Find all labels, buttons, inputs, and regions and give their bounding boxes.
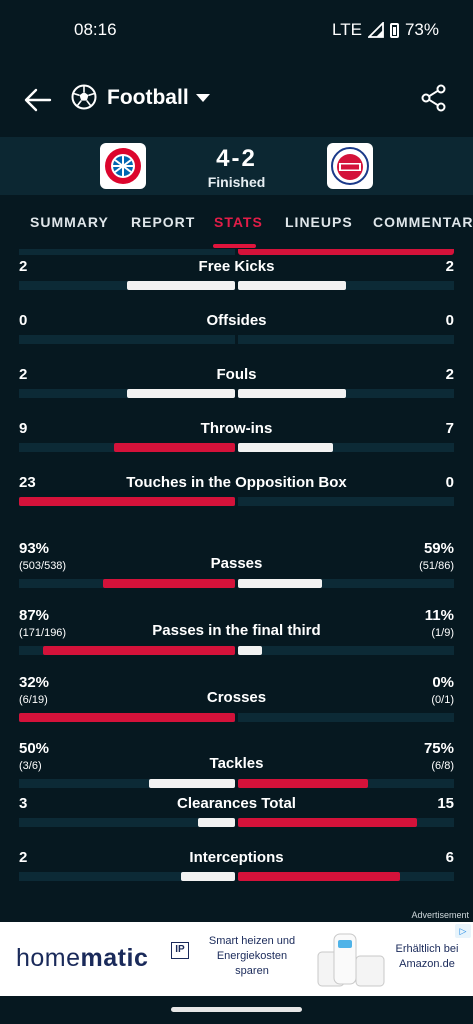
stat-row: 2 6 Interceptions (0, 849, 473, 897)
home-stat-bar (19, 497, 235, 506)
home-stat-bar-track (19, 579, 235, 588)
away-stat-bar (238, 443, 333, 452)
home-stat-bar (43, 646, 235, 655)
tab-stats[interactable]: STATS (214, 214, 263, 230)
stat-row: 87% 11% (171/196) (1/9) Passes in the final … (0, 595, 473, 655)
away-stat-bar-track (238, 389, 454, 398)
tab-summary[interactable]: SUMMARY (30, 214, 109, 230)
home-stat-bar-track (19, 497, 235, 506)
away-stat-bar (238, 646, 262, 655)
home-stat-bar-track (19, 281, 235, 290)
ad-brand-ip: IP (171, 942, 189, 959)
home-stat-bar (149, 779, 235, 788)
home-stat-bar-track (19, 646, 235, 655)
home-stat-bar-track (19, 779, 235, 788)
stat-label: Offsides (206, 312, 267, 329)
home-stat-bar (127, 389, 235, 398)
ad-brand: homematic (16, 944, 149, 972)
away-stat-bar (238, 779, 368, 788)
app-bar: Football (0, 62, 473, 134)
network-type: LTE (332, 20, 362, 39)
away-stat-bar (238, 389, 346, 398)
stat-label: Free Kicks (198, 258, 275, 275)
status-time: 08:16 (74, 20, 117, 39)
home-stat-bar (127, 281, 235, 290)
ad-pitch: Smart heizen und Energiekosten sparen (208, 935, 296, 977)
stat-row: 32% 0% (6/19) (0/1) Crosses (0, 662, 473, 722)
home-stat-bar-track (19, 443, 235, 452)
ad-choices-icon[interactable]: ▷ (455, 924, 471, 938)
ad-availability: Erhältlich bei Amazon.de (395, 943, 459, 970)
away-stat-bar (238, 818, 417, 827)
home-stat-bar (181, 872, 235, 881)
home-stat-bar-track (19, 818, 235, 827)
away-stat-bar-track (238, 579, 454, 588)
signal-icon (367, 22, 384, 38)
stat-label: Tackles (209, 755, 264, 772)
share-icon[interactable] (421, 84, 447, 112)
stat-row: 23 0 Touches in the Opposition Box (0, 474, 473, 522)
battery-level: 73% (404, 20, 439, 39)
tab-lineups[interactable]: LINEUPS (285, 214, 353, 230)
home-stat-bar-track (19, 713, 235, 722)
away-stat-bar-track (238, 646, 454, 655)
advertisement-banner[interactable]: homematic IP Smart heizen und Energiekos… (0, 922, 473, 996)
match-score-header: 4-2 Finished (0, 137, 473, 195)
away-stat-bar (238, 579, 322, 588)
advertisement-label: Advertisement (411, 910, 469, 920)
battery-icon (389, 22, 399, 38)
stat-row: 50% 75% (3/6) (6/8) Tackles (0, 728, 473, 788)
system-navigation-bar (0, 996, 473, 1024)
home-stat-bar-track (19, 872, 235, 881)
match-tabs: SUMMARY REPORT STATS LINEUPS COMMENTARY (0, 198, 473, 248)
away-stat-bar-track (238, 443, 454, 452)
away-stat-bar-track (238, 872, 454, 881)
stat-label: Passes (210, 555, 263, 572)
away-stat-bar-track (238, 713, 454, 722)
stat-label: Passes in the final third (152, 622, 321, 639)
stat-row: 2 2 Fouls (0, 366, 473, 414)
stat-row: 0 0 Offsides (0, 312, 473, 360)
home-stat-bar (114, 443, 235, 452)
back-arrow-icon[interactable] (22, 84, 54, 116)
stat-row: 9 7 Throw-ins (0, 420, 473, 468)
away-stat-bar-track (238, 779, 454, 788)
stat-label: Touches in the Opposition Box (126, 474, 347, 491)
home-stat-bar (19, 713, 235, 722)
thermostat-product-icon (317, 933, 385, 987)
stat-label: Crosses (206, 689, 267, 706)
match-status: Finished (207, 174, 266, 190)
home-gesture-handle[interactable] (171, 1007, 302, 1012)
match-score: 4-2 (216, 145, 257, 172)
away-stat-bar-track (238, 281, 454, 290)
home-stat-bar (198, 818, 235, 827)
home-stat-bar-track (19, 389, 235, 398)
status-bar: 08:16 LTE 73% (0, 0, 473, 62)
away-stat-bar-track (238, 497, 454, 506)
away-team-logo[interactable] (327, 143, 373, 189)
heidenheim-crest-icon (331, 147, 369, 185)
home-stat-bar-track (19, 335, 235, 344)
away-stat-bar (238, 872, 400, 881)
stat-label: Throw-ins (200, 420, 273, 437)
away-stat-bar-track (238, 335, 454, 344)
away-stat-bar (238, 281, 346, 290)
stat-label: Clearances Total (177, 795, 296, 812)
stat-row: 93% 59% (503/538) (51/86) Passes (0, 528, 473, 588)
football-icon[interactable] (71, 84, 97, 110)
previous-stat-bar (19, 249, 454, 255)
sport-selector-label[interactable]: Football (107, 86, 189, 110)
tab-commentary[interactable]: COMMENTARY (373, 214, 473, 230)
stat-row: 3 15 Clearances Total (0, 795, 473, 843)
home-stat-bar (103, 579, 235, 588)
active-tab-indicator (213, 244, 256, 248)
chevron-down-icon[interactable] (196, 94, 210, 102)
tab-report[interactable]: REPORT (131, 214, 195, 230)
stat-row: 2 2 Free Kicks (0, 258, 473, 306)
away-stat-bar-track (238, 818, 454, 827)
stat-label: Interceptions (189, 849, 284, 866)
stat-label: Fouls (216, 366, 257, 383)
